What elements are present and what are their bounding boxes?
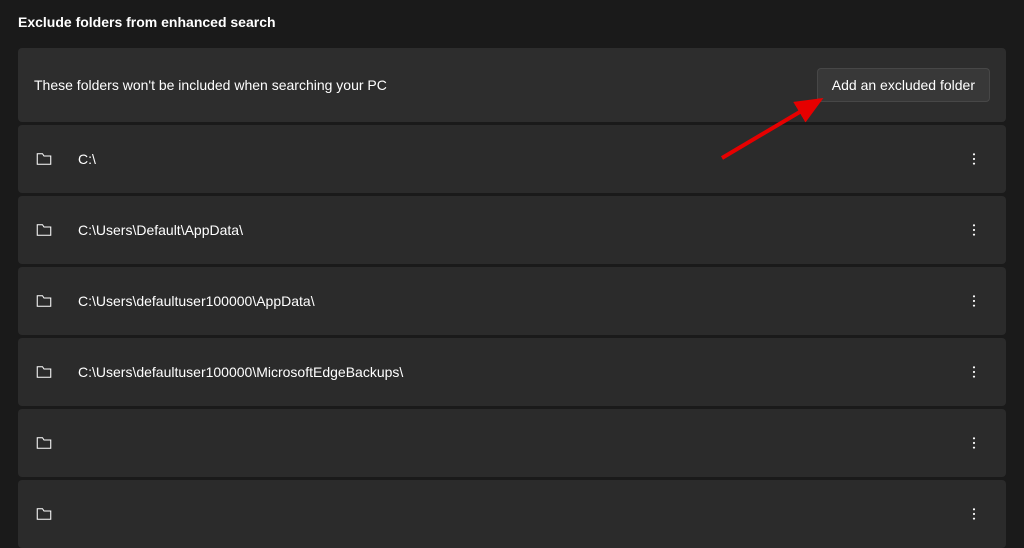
folder-row[interactable]: [18, 409, 1006, 477]
folder-row-left: C:\: [34, 149, 96, 169]
folder-row[interactable]: [18, 480, 1006, 548]
folder-row-left: C:\Users\defaultuser100000\MicrosoftEdge…: [34, 362, 403, 382]
folder-more-button[interactable]: [958, 285, 990, 317]
folder-more-button[interactable]: [958, 143, 990, 175]
folder-row-left: C:\Users\defaultuser100000\AppData\: [34, 291, 315, 311]
folder-icon: [34, 291, 54, 311]
folder-icon: [34, 433, 54, 453]
folder-icon: [34, 362, 54, 382]
folder-path-label: C:\Users\defaultuser100000\MicrosoftEdge…: [78, 364, 403, 380]
folder-path-label: C:\Users\Default\AppData\: [78, 222, 243, 238]
folder-row[interactable]: C:\Users\defaultuser100000\MicrosoftEdge…: [18, 338, 1006, 406]
folder-icon: [34, 220, 54, 240]
folder-path-label: C:\: [78, 151, 96, 167]
folder-row-left: [34, 433, 78, 453]
folder-list: C:\ C:\Users\Default\AppData\ C:\Users\d…: [18, 125, 1006, 548]
folder-more-button[interactable]: [958, 214, 990, 246]
folder-more-button[interactable]: [958, 356, 990, 388]
folder-row[interactable]: C:\Users\defaultuser100000\AppData\: [18, 267, 1006, 335]
folder-row[interactable]: C:\Users\Default\AppData\: [18, 196, 1006, 264]
section-title: Exclude folders from enhanced search: [18, 0, 1006, 48]
folder-more-button[interactable]: [958, 498, 990, 530]
folder-path-label: C:\Users\defaultuser100000\AppData\: [78, 293, 315, 309]
folder-row-left: [34, 504, 78, 524]
exclusion-description: These folders won't be included when sea…: [34, 77, 387, 93]
exclusion-header-row: These folders won't be included when sea…: [18, 48, 1006, 122]
folder-icon: [34, 504, 54, 524]
folder-row-left: C:\Users\Default\AppData\: [34, 220, 243, 240]
folder-icon: [34, 149, 54, 169]
add-excluded-folder-button[interactable]: Add an excluded folder: [817, 68, 990, 102]
folder-more-button[interactable]: [958, 427, 990, 459]
folder-row[interactable]: C:\: [18, 125, 1006, 193]
